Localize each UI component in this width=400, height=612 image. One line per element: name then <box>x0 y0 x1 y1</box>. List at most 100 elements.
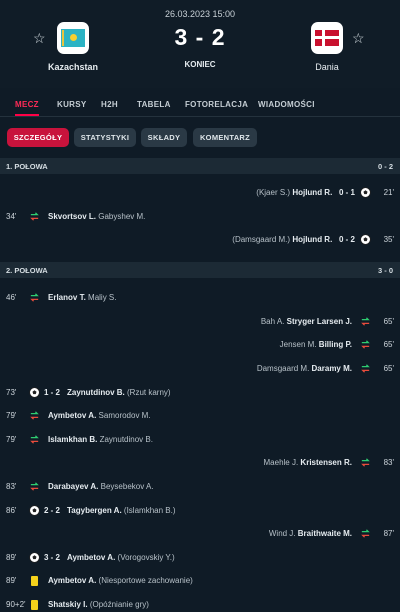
event-text: Damsgaard M. Daramy M. <box>257 364 352 373</box>
event-detail: Maehle J. <box>263 458 299 467</box>
event-detail: Samorodov M. <box>98 411 151 420</box>
substitution-icon <box>360 339 371 350</box>
event-row[interactable]: 83' Maehle J. Kristensen R. <box>0 455 400 471</box>
event-detail: (Rzut karny) <box>127 388 171 397</box>
event-detail: Damsgaard M. <box>256 364 310 373</box>
event-text: Shatskiy I. (Opóźnianie gry) <box>48 600 149 609</box>
player-name[interactable]: Aymbetov A. <box>67 553 115 562</box>
substitution-icon <box>360 316 371 327</box>
favorite-home-star-icon[interactable]: ☆ <box>33 30 46 47</box>
event-detail: (Damsgaard M.) <box>232 235 291 244</box>
event-row[interactable]: 87' Wind J. Braithwaite M. <box>0 526 400 542</box>
half-label: 2. POŁOWA <box>6 266 48 275</box>
half-header-second: 2. POŁOWA 3 - 0 <box>0 262 400 278</box>
event-score: 1 - 2 <box>44 388 61 397</box>
event-minute: 79' <box>6 435 17 444</box>
subtab-statystyki[interactable]: STATYSTYKI <box>74 128 136 147</box>
match-date: 26.03.2023 15:00 <box>164 9 236 19</box>
event-text: Aymbetov A. (Niesportowe zachowanie) <box>48 576 193 585</box>
half-result: 3 - 0 <box>377 266 393 275</box>
player-name[interactable]: Braithwaite M. <box>298 529 352 538</box>
event-row[interactable]: 79' Islamkhan B. Zaynutdinov B. <box>0 432 400 448</box>
player-name[interactable]: Stryger Larsen J. <box>287 317 352 326</box>
event-row[interactable]: 89' Aymbetov A. (Niesportowe zachowanie) <box>0 573 400 589</box>
player-name[interactable]: Aymbetov A. <box>48 576 96 585</box>
event-row[interactable]: 83' Darabayev A. Beysebekov A. <box>0 479 400 495</box>
event-minute: 86' <box>6 506 17 515</box>
half-label: 1. POŁOWA <box>6 162 48 171</box>
event-detail: (Niesportowe zachowanie) <box>98 576 193 585</box>
player-name[interactable]: Kristensen R. <box>300 458 352 467</box>
subtab-szczegoly[interactable]: SZCZEGÓŁY <box>7 128 69 147</box>
event-row[interactable]: 21' (Kjaer S.) Hojlund R. 0 - 1 <box>0 185 400 201</box>
event-minute: 21' <box>383 188 394 197</box>
away-team-name[interactable]: Dania <box>277 62 377 72</box>
soccer-ball-icon <box>360 234 371 245</box>
home-team-logo[interactable] <box>57 22 89 54</box>
event-row[interactable]: 46' Erlanov T. Maliy S. <box>0 290 400 306</box>
event-row[interactable]: 90+2' Shatskiy I. (Opóźnianie gry) <box>0 597 400 612</box>
event-minute: 34' <box>6 212 17 221</box>
tab-fotorelacja[interactable]: FOTORELACJA <box>185 100 248 109</box>
event-minute: 89' <box>6 553 17 562</box>
tab-wiadomosci[interactable]: WIADOMOŚCI <box>258 100 315 109</box>
player-name[interactable]: Hojlund R. <box>292 188 332 197</box>
event-detail: Zaynutdinov B. <box>99 435 153 444</box>
event-row[interactable]: 73' 1 - 2 Zaynutdinov B. (Rzut karny) <box>0 385 400 401</box>
event-row[interactable]: 86' 2 - 2 Tagybergen A. (Islamkhan B.) <box>0 503 400 519</box>
yellow-card-icon <box>31 576 38 586</box>
event-minute: 83' <box>6 482 17 491</box>
event-row[interactable]: 65' Damsgaard M. Daramy M. <box>0 361 400 377</box>
event-score: 0 - 2 <box>338 235 355 244</box>
substitution-icon <box>360 363 371 374</box>
event-minute: 83' <box>383 458 394 467</box>
player-name[interactable]: Shatskiy I. <box>48 600 88 609</box>
event-minute: 79' <box>6 411 17 420</box>
subtab-sklady[interactable]: SKŁADY <box>141 128 187 147</box>
event-row[interactable]: 65' Jensen M. Billing P. <box>0 337 400 353</box>
player-name[interactable]: Skvortsov L. <box>48 212 96 221</box>
event-row[interactable]: 34' Skvortsov L. Gabyshev M. <box>0 209 400 225</box>
yellow-card-icon <box>31 600 38 610</box>
event-minute: 65' <box>383 317 394 326</box>
substitution-icon <box>360 457 371 468</box>
player-name[interactable]: Darabayev A. <box>48 482 98 491</box>
event-detail: Gabyshev M. <box>98 212 146 221</box>
soccer-ball-icon <box>360 187 371 198</box>
event-minute: 65' <box>383 364 394 373</box>
substitution-icon <box>360 528 371 539</box>
main-tabs: MECZ KURSY H2H TABELA FOTORELACJA WIADOM… <box>0 93 400 117</box>
tab-mecz[interactable]: MECZ <box>15 100 39 109</box>
event-row[interactable]: 79' Aymbetov A. Samorodov M. <box>0 408 400 424</box>
tab-kursy[interactable]: KURSY <box>57 100 87 109</box>
event-minute: 87' <box>383 529 394 538</box>
half-result: 0 - 2 <box>377 162 393 171</box>
player-name[interactable]: Aymbetov A. <box>48 411 96 420</box>
event-score: 0 - 1 <box>338 188 355 197</box>
event-minute: 89' <box>6 576 17 585</box>
event-detail: (Islamkhan B.) <box>123 506 176 515</box>
active-tab-indicator <box>15 114 39 116</box>
event-text: Erlanov T. Maliy S. <box>48 293 116 302</box>
player-name[interactable]: Zaynutdinov B. <box>67 388 125 397</box>
player-name[interactable]: Daramy M. <box>312 364 352 373</box>
player-name[interactable]: Erlanov T. <box>48 293 86 302</box>
event-row[interactable]: 35' (Damsgaard M.) Hojlund R. 0 - 2 <box>0 232 400 248</box>
tab-tabela[interactable]: TABELA <box>137 100 171 109</box>
home-team-name[interactable]: Kazachstan <box>23 62 123 72</box>
player-name[interactable]: Billing P. <box>319 340 352 349</box>
event-row[interactable]: 89' 3 - 2 Aymbetov A. (Vorogovskiy Y.) <box>0 550 400 566</box>
away-team-logo[interactable] <box>311 22 343 54</box>
subtab-komentarz[interactable]: KOMENTARZ <box>193 128 257 147</box>
favorite-away-star-icon[interactable]: ☆ <box>352 30 365 47</box>
substitution-icon <box>29 211 40 222</box>
player-name[interactable]: Islamkhan B. <box>48 435 97 444</box>
event-detail: Beysebekov A. <box>100 482 154 491</box>
player-name[interactable]: Hojlund R. <box>292 235 332 244</box>
event-text: (Damsgaard M.) Hojlund R. 0 - 2 <box>232 235 355 244</box>
tab-h2h[interactable]: H2H <box>101 100 118 109</box>
player-name[interactable]: Tagybergen A. <box>67 506 122 515</box>
event-text: Darabayev A. Beysebekov A. <box>48 482 154 491</box>
event-row[interactable]: 65' Bah A. Stryger Larsen J. <box>0 314 400 330</box>
event-text: Islamkhan B. Zaynutdinov B. <box>48 435 153 444</box>
